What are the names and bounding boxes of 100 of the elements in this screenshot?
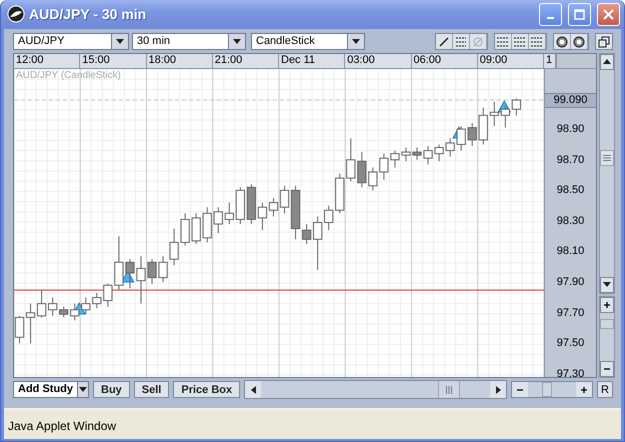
current-price-label: 99.090 xyxy=(545,92,596,108)
ring-icon xyxy=(573,36,585,48)
candle-wick xyxy=(41,289,42,318)
candle-body xyxy=(158,262,168,278)
candle-wick xyxy=(272,197,274,217)
close-button[interactable] xyxy=(597,2,620,26)
candle-body xyxy=(180,218,190,243)
candle-wick xyxy=(328,205,330,231)
scroll-down-button[interactable] xyxy=(600,276,614,293)
line-tool-button[interactable] xyxy=(436,34,453,50)
candle-wick xyxy=(350,138,352,182)
candle-wick xyxy=(516,98,517,116)
candle-wick xyxy=(494,101,495,126)
add-study-dropdown[interactable]: Add Study xyxy=(13,381,89,398)
horizontal-scrollbar[interactable] xyxy=(244,380,507,400)
price-axis-label: 98.70 xyxy=(556,152,586,167)
candle-wick xyxy=(162,256,164,283)
time-axis-label: Dec 11 xyxy=(279,54,346,68)
lines-icon xyxy=(454,34,468,49)
candle-body xyxy=(136,268,146,282)
candle-wick xyxy=(30,303,32,344)
interval-dropdown[interactable]: 30 min xyxy=(132,33,246,50)
dashed-lines-icon xyxy=(530,36,544,48)
time-axis-label: 09:00 xyxy=(478,54,544,68)
up-arrow-icon xyxy=(603,59,611,64)
no-sign-icon xyxy=(471,34,485,49)
left-arrow-icon xyxy=(250,386,256,394)
down-arrow-icon xyxy=(352,39,360,44)
toolbar-button[interactable]: Price Box xyxy=(173,381,240,398)
candle-wick xyxy=(107,283,108,308)
candle-wick xyxy=(63,306,64,318)
down-arrow-icon xyxy=(603,282,611,288)
down-arrow-icon xyxy=(233,39,241,44)
candle-body xyxy=(103,284,112,301)
candle-wick xyxy=(504,106,506,128)
time-axis-label: 03:00 xyxy=(345,54,412,68)
color-scheme-button[interactable] xyxy=(571,34,588,50)
reset-button[interactable]: R xyxy=(597,381,613,398)
candle-wick xyxy=(152,258,153,284)
candle-wick xyxy=(428,145,429,165)
candle-wick xyxy=(140,256,142,304)
candle-wick xyxy=(472,122,473,146)
time-axis-label: 12:00 xyxy=(14,54,80,68)
lines-tool-button[interactable] xyxy=(453,34,470,50)
candle-body xyxy=(224,212,234,220)
grip-icon xyxy=(446,386,452,394)
ring-icon xyxy=(556,36,568,48)
candle-wick xyxy=(118,236,120,290)
status-bar: Java Applet Window xyxy=(4,410,621,439)
line-icon xyxy=(437,34,451,49)
price-axis-label: 98.10 xyxy=(556,244,586,258)
candle-wick xyxy=(460,125,462,151)
time-axis-label: 15:00 xyxy=(80,54,146,68)
down-arrow-icon xyxy=(79,387,87,392)
candle-wick xyxy=(372,166,374,191)
candle-body xyxy=(478,114,488,140)
candle-body xyxy=(313,222,322,240)
price-axis-label: 97.90 xyxy=(556,275,586,290)
scroll-left-button[interactable] xyxy=(245,381,262,398)
toolbar-button[interactable]: Sell xyxy=(134,381,170,398)
scrollbar-thumb[interactable] xyxy=(438,381,460,398)
candle-body xyxy=(335,178,344,211)
price-axis-label: 98.30 xyxy=(556,214,586,228)
grid-lines-button[interactable] xyxy=(512,34,529,50)
candle-wick xyxy=(394,150,396,168)
candle-body xyxy=(147,262,157,278)
minimize-button[interactable] xyxy=(539,2,562,26)
maximize-button[interactable] xyxy=(568,2,591,26)
candle-wick xyxy=(174,228,175,266)
scroll-up-button[interactable] xyxy=(600,54,614,70)
dashed-lines-icon xyxy=(496,36,510,48)
candle-wick xyxy=(361,152,362,188)
chart-legend: AUD/JPY (CandleStick) xyxy=(16,70,121,81)
candle-wick xyxy=(438,144,440,162)
candle-body xyxy=(346,159,356,178)
price-axis-label: 98.50 xyxy=(556,183,586,198)
scrollbar-thumb[interactable] xyxy=(600,150,614,166)
chart-type-dropdown[interactable]: CandleStick xyxy=(251,33,365,50)
symbol-dropdown[interactable]: AUD/JPY xyxy=(13,33,129,50)
candle-body xyxy=(468,127,477,140)
color-scheme-button[interactable] xyxy=(554,34,571,50)
vertical-scrollbar[interactable] xyxy=(599,52,615,294)
restore-panel-button[interactable] xyxy=(595,33,613,50)
grid-lines-button[interactable] xyxy=(495,34,512,50)
candle-wick xyxy=(383,153,384,180)
grip-icon xyxy=(603,154,611,161)
maximize-icon xyxy=(574,8,585,20)
scroll-right-button[interactable] xyxy=(490,381,506,398)
candle-body xyxy=(169,242,179,260)
right-arrow-icon xyxy=(496,386,500,394)
price-axis-label: 97.70 xyxy=(556,306,586,320)
toolbar-button[interactable]: Buy xyxy=(93,381,130,398)
candle-wick xyxy=(450,138,451,158)
grid-lines-button[interactable] xyxy=(529,34,546,50)
price-axis-label: 97.30 xyxy=(556,366,586,377)
candle-wick xyxy=(52,296,54,316)
candle-wick xyxy=(218,206,219,234)
candle-wick xyxy=(416,146,418,160)
candle-wick xyxy=(405,146,406,162)
price-axis-label: 97.50 xyxy=(556,336,586,350)
